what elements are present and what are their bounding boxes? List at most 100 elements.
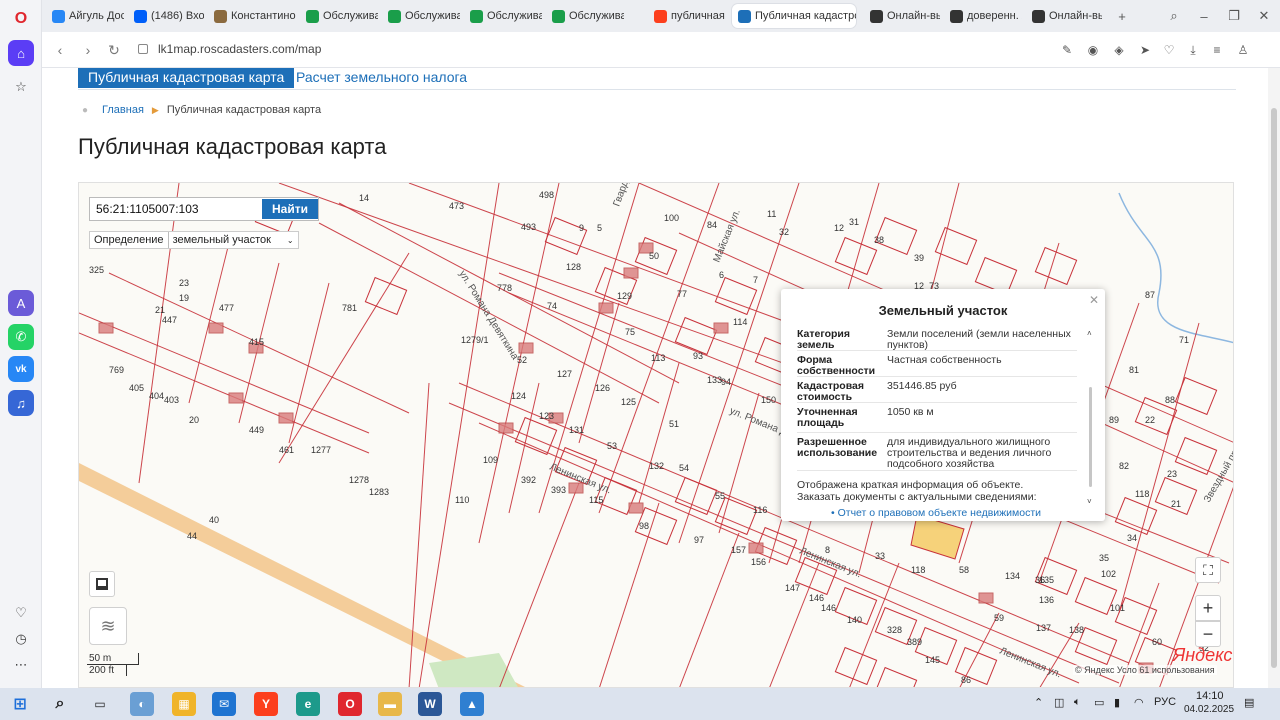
browser-tab[interactable]: Айгуль Доск xyxy=(46,4,124,28)
parcel-number-label: 1012 xyxy=(80,183,100,185)
aria-icon[interactable]: A xyxy=(8,290,34,316)
url-field[interactable]: lk1map.roscadasters.com/map xyxy=(158,42,321,56)
page-scroll-thumb[interactable] xyxy=(1271,108,1277,668)
speed-dial-icon[interactable]: ☆ xyxy=(8,74,34,100)
yandex-browser-icon[interactable]: Y xyxy=(254,692,278,716)
opera-logo-icon[interactable]: O xyxy=(8,6,34,32)
browser-tab-label: Онлайн-вып xyxy=(887,10,940,22)
browser-tab[interactable]: Обслуживан xyxy=(382,4,460,28)
mail-app-icon[interactable]: ✉ xyxy=(212,692,236,716)
history-icon[interactable]: ◷ xyxy=(8,626,34,652)
page-scrollbar[interactable] xyxy=(1268,68,1280,688)
definition-select[interactable]: земельный участок ⌄ xyxy=(167,232,298,248)
tab-bar: Айгуль Доск (1486) Входя Константино Обслуж… xyxy=(42,0,1280,32)
close-icon[interactable]: ✕ xyxy=(1089,293,1099,307)
scroll-up-icon[interactable]: ˄ xyxy=(1087,329,1092,338)
menu-icon[interactable]: ≡ xyxy=(1208,41,1226,59)
parcel-number-label: 38 xyxy=(874,235,884,245)
zoom-out-icon[interactable]: − xyxy=(1195,621,1221,647)
windows-start-icon[interactable]: ⊞ xyxy=(8,692,32,716)
wifi-icon[interactable]: ◠ xyxy=(1134,696,1144,709)
popup-note: Отображена краткая информация об объекте… xyxy=(797,479,1037,503)
more-icon[interactable]: ⋯ xyxy=(8,652,34,678)
browser-tab[interactable]: публичная xyxy=(648,4,728,28)
close-window-icon[interactable]: ✕ xyxy=(1254,6,1274,26)
word-icon[interactable]: W xyxy=(418,692,442,716)
layers-panel-toggle-icon[interactable] xyxy=(89,571,115,597)
tray-app-icon[interactable]: ◫ xyxy=(1054,696,1064,709)
music-player-icon[interactable]: ♫ xyxy=(8,390,34,416)
zoom-in-icon[interactable]: + xyxy=(1195,595,1221,621)
browser-tab[interactable]: Обслуживан xyxy=(464,4,542,28)
scroll-down-icon[interactable]: ˅ xyxy=(1087,497,1092,506)
camera-icon[interactable]: ◉ xyxy=(1084,41,1102,59)
browser-tab[interactable]: Обслуживан xyxy=(546,4,624,28)
tab-cadastral-map[interactable]: Публичная кадастровая карта xyxy=(78,68,295,88)
profile-icon[interactable]: ♙ xyxy=(1234,41,1252,59)
browser-tab[interactable]: Онлайн-вып xyxy=(864,4,940,28)
forward-icon[interactable]: › xyxy=(78,40,98,60)
scale-feet: 200 ft xyxy=(87,665,127,676)
clock-date[interactable]: 04.02.2025 xyxy=(1184,704,1234,715)
minimize-icon[interactable]: – xyxy=(1194,6,1214,26)
breadcrumb-home[interactable]: Главная xyxy=(102,104,144,116)
fullscreen-icon[interactable]: ⛶ xyxy=(1195,557,1221,583)
vk-messenger-icon[interactable]: vk xyxy=(8,356,34,382)
parcel-number-label: 97 xyxy=(694,535,704,545)
search-icon[interactable]: ⌕ xyxy=(48,692,72,716)
shield-icon[interactable]: ◈ xyxy=(1110,41,1128,59)
store-icon[interactable]: ▦ xyxy=(172,692,196,716)
report-link[interactable]: • Отчет о правовом объекте недвижимости xyxy=(831,507,1051,519)
whatsapp-icon[interactable]: ✆ xyxy=(8,324,34,350)
tab-search-icon[interactable]: ⌕ xyxy=(1164,6,1184,26)
tray-chevron-icon[interactable]: ⌃ xyxy=(1034,696,1043,709)
popup-row-label: Разрешенное использование xyxy=(797,436,878,459)
parcel-number-label: 146 xyxy=(809,593,824,603)
parcel-number-label: 123 xyxy=(539,411,554,421)
favorites-icon[interactable]: ♡ xyxy=(8,600,34,626)
browser-tab[interactable]: доверенн. А xyxy=(944,4,1022,28)
photos-icon[interactable]: ▲ xyxy=(460,692,484,716)
find-button[interactable]: Найти xyxy=(262,199,318,219)
site-info-icon[interactable] xyxy=(138,44,148,54)
popup-scrollbar[interactable]: ˄ ˅ xyxy=(1087,329,1095,507)
browser-tab[interactable]: Константино xyxy=(208,4,296,28)
popup-scroll-thumb[interactable] xyxy=(1089,387,1092,487)
map-attribution[interactable]: © Яндекс Усло 61 использования xyxy=(1073,665,1217,675)
battery-icon[interactable]: ▮ xyxy=(1114,696,1120,709)
opera-icon[interactable]: O xyxy=(338,692,362,716)
gosuslugi-icon xyxy=(306,9,319,23)
heart-icon[interactable]: ♡ xyxy=(1160,41,1178,59)
browser-tab[interactable]: Публичная кадастрова xyxy=(732,4,856,28)
volume-icon[interactable]: 🔈︎ xyxy=(1074,696,1081,709)
send-icon[interactable]: ➤ xyxy=(1136,41,1154,59)
clock-time[interactable]: 14:10 xyxy=(1196,690,1224,702)
parcel-number-label: 98 xyxy=(639,521,649,531)
parcel-number-label: 35 xyxy=(1099,553,1109,563)
parcel-number-label: 21 xyxy=(1171,499,1181,509)
file-explorer-icon[interactable]: ▬ xyxy=(378,692,402,716)
tray-icon[interactable]: ▭ xyxy=(1094,696,1104,709)
browser-tab-label: Обслуживан xyxy=(569,10,624,22)
parcel-number-label: 87 xyxy=(1145,290,1155,300)
new-tab-icon[interactable]: + xyxy=(1112,6,1132,26)
browser-tab[interactable]: Онлайн-вып xyxy=(1026,4,1102,28)
browser-tab[interactable]: (1486) Входя xyxy=(128,4,204,28)
browser-tab[interactable]: Обслуживан xyxy=(300,4,378,28)
edit-icon[interactable]: ✎ xyxy=(1058,41,1076,59)
app-icon[interactable]: ◐ xyxy=(130,692,154,716)
tab-land-tax[interactable]: Расчет земельного налога xyxy=(286,68,477,88)
language-indicator[interactable]: РУС xyxy=(1154,696,1176,708)
cadastral-map[interactable]: ул. Романа Девяткина ул. Романа Дев Ленинс… xyxy=(78,182,1234,688)
notifications-icon[interactable]: ▤ xyxy=(1244,696,1254,709)
home-icon[interactable]: ⌂ xyxy=(8,40,34,66)
restore-icon[interactable]: ❐ xyxy=(1224,6,1244,26)
back-icon[interactable]: ‹ xyxy=(50,40,70,60)
cadastral-number-input[interactable] xyxy=(90,199,250,219)
task-view-icon[interactable]: ▭ xyxy=(88,692,112,716)
layers-icon[interactable]: ≋ xyxy=(89,607,127,645)
reload-icon[interactable]: ↻ xyxy=(104,40,124,60)
edge-icon[interactable]: e xyxy=(296,692,320,716)
parcel-boundary xyxy=(599,502,660,687)
download-icon[interactable]: ⤓ xyxy=(1184,41,1202,59)
